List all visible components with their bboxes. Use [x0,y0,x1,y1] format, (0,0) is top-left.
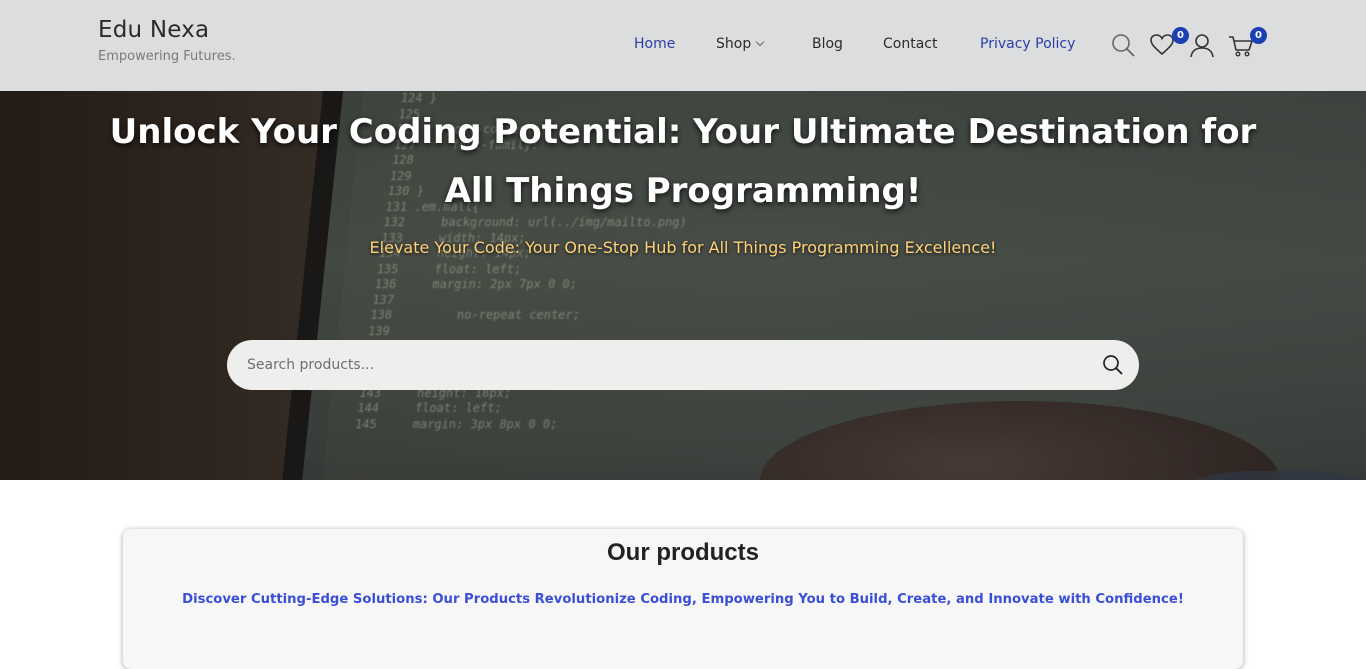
nav-privacy-policy[interactable]: Privacy Policy [980,36,1075,52]
hero-title: Unlock Your Coding Potential: Your Ultim… [109,112,1257,211]
site-header: Edu Nexa Empowering Futures. Home Shop B… [0,0,1366,91]
products-subtitle: Discover Cutting-Edge Solutions: Our Pro… [182,592,1184,607]
products-title: Our products [606,539,759,566]
hero-banner: 124 } 125 126 .post-content { 127 font-f… [0,91,1366,480]
product-search-input[interactable] [247,340,1087,390]
cart-count-badge: 0 [1250,27,1267,44]
products-section: Our products Discover Cutting-Edge Solut… [123,529,1243,669]
cart-icon[interactable]: 0 [1228,27,1267,58]
hero-subtitle: Elevate Your Code: Your One-Stop Hub for… [369,238,997,257]
nav-home[interactable]: Home [634,36,675,52]
wishlist-heart-icon[interactable]: 0 [1149,27,1189,58]
nav-shop-label: Shop [716,36,752,52]
product-search-bar [227,340,1139,390]
search-submit-icon[interactable] [1101,353,1125,377]
nav-contact[interactable]: Contact [883,36,937,52]
chevron-down-icon [755,37,765,47]
search-icon[interactable] [1110,32,1136,58]
nav-shop[interactable]: Shop [716,36,765,52]
nav-blog[interactable]: Blog [812,36,843,52]
wishlist-count-badge: 0 [1172,27,1189,44]
user-account-icon[interactable] [1189,32,1215,58]
